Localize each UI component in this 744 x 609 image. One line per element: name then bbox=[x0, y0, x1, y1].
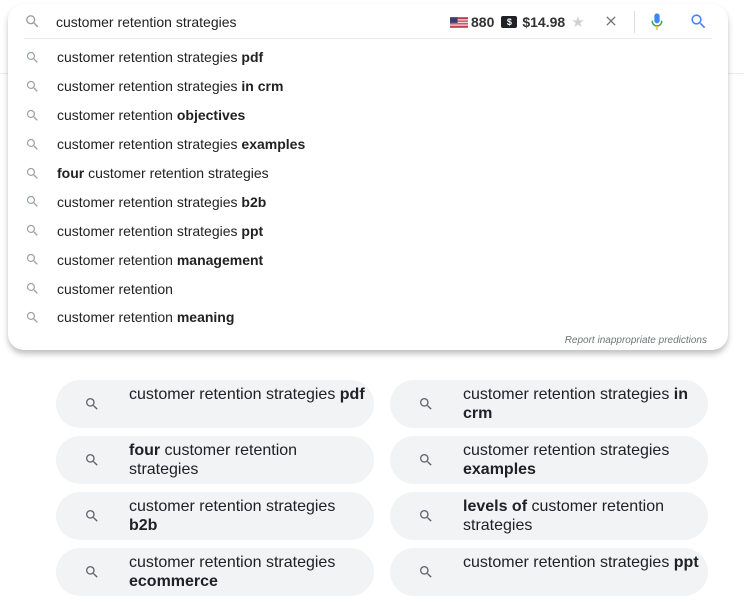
search-icon bbox=[86, 398, 98, 410]
suggestion-item[interactable]: customer retention strategies in crm bbox=[8, 72, 728, 101]
search-icon bbox=[26, 254, 38, 266]
search-bar: 880 $ $14.98 ★ bbox=[8, 4, 728, 38]
suggestion-text: customer retention strategies in crm bbox=[57, 78, 284, 95]
search-icon bbox=[26, 225, 38, 237]
suggestion-item[interactable]: customer retention objectives bbox=[8, 101, 728, 130]
suggestion-text: customer retention strategies examples bbox=[57, 136, 306, 153]
suggestion-text: customer retention meaning bbox=[57, 309, 235, 326]
related-search-text: four customer retention strategies bbox=[129, 442, 298, 478]
suggestion-item[interactable]: customer retention strategies b2b bbox=[8, 187, 728, 216]
keyword-metrics: 880 $ $14.98 ★ bbox=[450, 12, 589, 32]
autocomplete-dropdown: 880 $ $14.98 ★ customer bbox=[8, 4, 728, 350]
search-icon bbox=[86, 510, 98, 522]
related-search-text: customer retention strategies ecommerce bbox=[129, 554, 336, 590]
related-search-text: customer retention strategies examples bbox=[463, 442, 670, 478]
related-search-chip[interactable]: customer retention strategies ecommerce bbox=[56, 548, 374, 596]
related-search-chip[interactable]: levels of customer retention strategies bbox=[390, 492, 708, 540]
related-search-chip[interactable]: customer retention strategies b2b bbox=[56, 492, 374, 540]
suggestion-item[interactable]: four customer retention strategies bbox=[8, 159, 728, 188]
report-predictions-link[interactable]: Report inappropriate predictions bbox=[565, 335, 707, 346]
suggestion-item[interactable]: customer retention strategies pdf bbox=[8, 43, 728, 72]
suggestion-item[interactable]: customer retention meaning bbox=[8, 303, 728, 332]
related-search-text: customer retention strategies in crm bbox=[463, 386, 688, 422]
suggestion-item[interactable]: customer retention bbox=[8, 274, 728, 303]
related-search-chip[interactable]: customer retention strategies in crm bbox=[390, 380, 708, 428]
dollar-icon: $ bbox=[501, 16, 518, 28]
us-flag-icon bbox=[450, 16, 468, 28]
cpc-value: $14.98 bbox=[522, 14, 566, 30]
suggestion-text: customer retention management bbox=[57, 251, 264, 268]
search-icon bbox=[26, 15, 39, 28]
search-icon bbox=[26, 196, 38, 208]
search-volume: 880 bbox=[471, 14, 495, 30]
related-search-text: customer retention strategies pdf bbox=[129, 386, 365, 403]
suggestion-text: four customer retention strategies bbox=[57, 165, 269, 181]
microphone-icon[interactable] bbox=[649, 12, 665, 32]
search-icon bbox=[86, 566, 98, 578]
search-icon bbox=[26, 51, 38, 63]
suggestion-text: customer retention strategies b2b bbox=[57, 193, 267, 210]
search-icon bbox=[420, 566, 432, 578]
search-icon bbox=[26, 80, 38, 92]
search-input[interactable] bbox=[56, 12, 436, 32]
search-submit-icon[interactable] bbox=[689, 12, 708, 31]
suggestion-text: customer retention bbox=[57, 280, 173, 297]
related-search-chip[interactable]: customer retention strategies pdf bbox=[56, 380, 374, 428]
suggestion-text: customer retention strategies ppt bbox=[57, 222, 264, 239]
search-icon bbox=[26, 311, 38, 323]
related-search-text: customer retention strategies b2b bbox=[129, 498, 336, 534]
searchbar-separator bbox=[634, 11, 635, 33]
search-icon bbox=[86, 454, 98, 466]
suggestion-item[interactable]: customer retention management bbox=[8, 245, 728, 274]
search-icon bbox=[26, 167, 38, 179]
dropdown-divider bbox=[24, 38, 712, 39]
related-search-text: customer retention strategies ppt bbox=[463, 554, 699, 571]
suggestion-text: customer retention objectives bbox=[57, 107, 246, 124]
suggestion-item[interactable]: customer retention strategies ppt bbox=[8, 216, 728, 245]
star-icon[interactable]: ★ bbox=[571, 13, 584, 31]
search-icon bbox=[420, 454, 432, 466]
related-search-chip[interactable]: customer retention strategies examples bbox=[390, 436, 708, 484]
suggestion-item[interactable]: customer retention strategies examples bbox=[8, 130, 728, 159]
related-search-chip[interactable]: four customer retention strategies bbox=[56, 436, 374, 484]
search-icon bbox=[26, 283, 38, 294]
suggestion-text: customer retention strategies pdf bbox=[57, 49, 264, 66]
related-search-text: levels of customer retention strategies bbox=[463, 498, 664, 534]
suggestion-list: customer retention strategies pdf custom… bbox=[8, 43, 728, 332]
results-page: 880 $ $14.98 ★ customer bbox=[0, 0, 744, 609]
search-icon bbox=[420, 398, 432, 410]
close-icon[interactable] bbox=[603, 13, 619, 29]
search-icon bbox=[420, 510, 432, 522]
search-icon bbox=[26, 138, 38, 150]
related-search-chip[interactable]: customer retention strategies ppt bbox=[390, 548, 708, 596]
search-icon bbox=[26, 109, 38, 121]
